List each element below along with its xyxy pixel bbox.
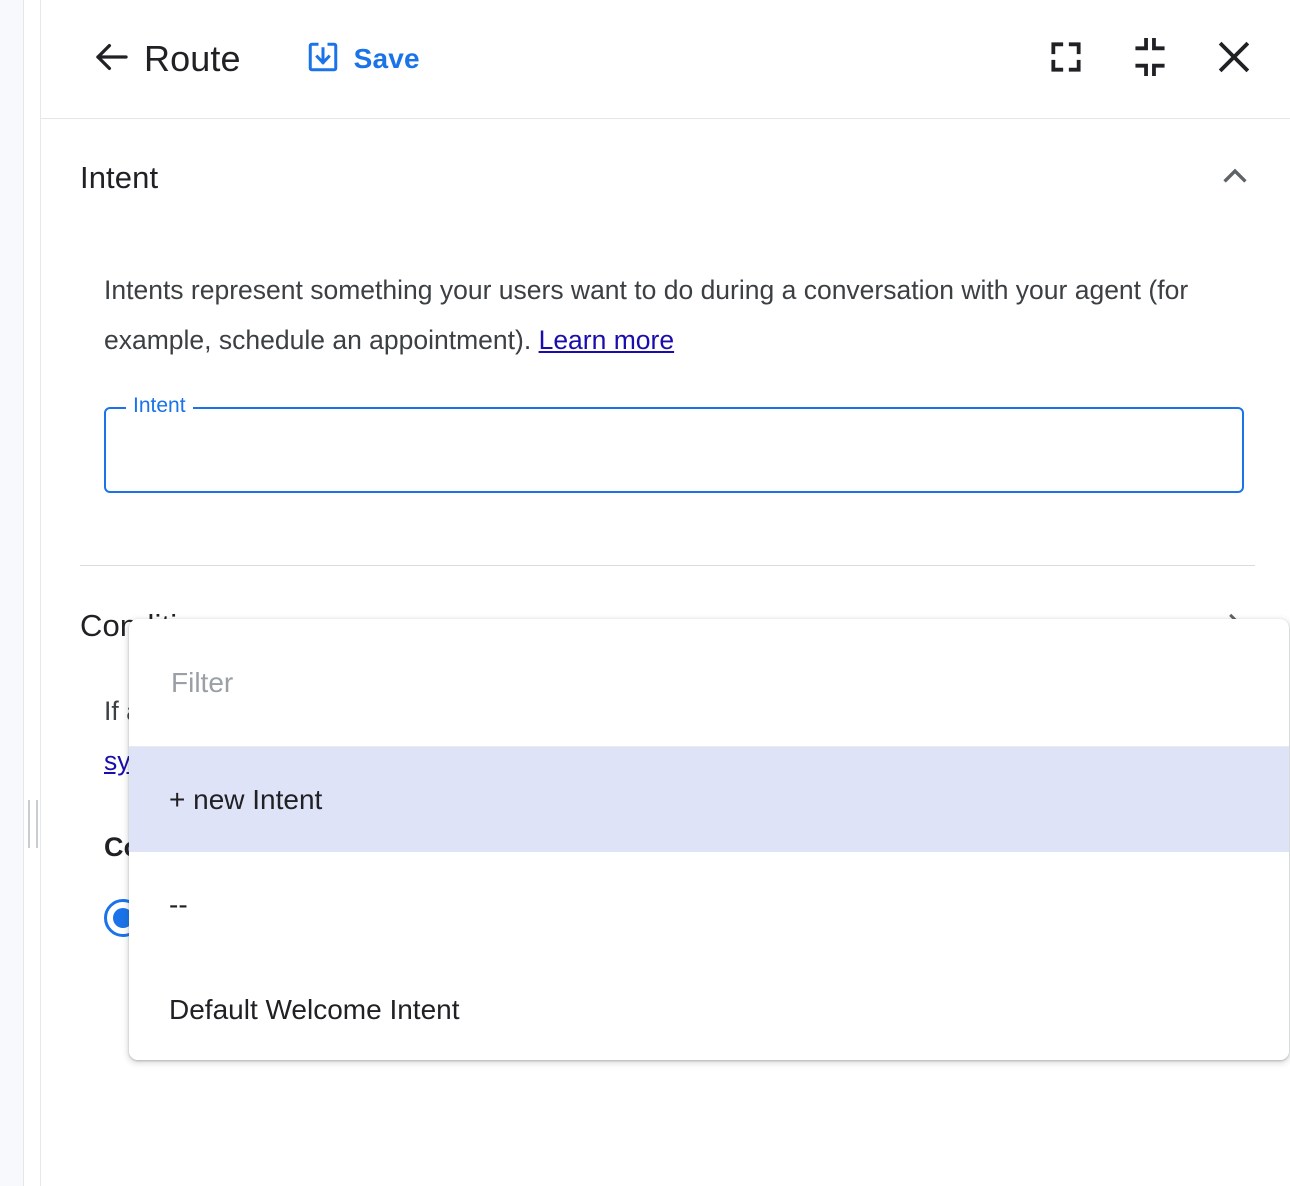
- save-download-icon: [305, 39, 341, 80]
- dropdown-option-label: Default Welcome Intent: [169, 994, 460, 1026]
- fullscreen-expand-icon: [1047, 38, 1085, 81]
- intent-section-collapse-button[interactable]: [1215, 158, 1255, 198]
- intent-field-outline: [104, 407, 1244, 493]
- intent-dropdown-panel: + new Intent -- Default Welcome Intent: [129, 619, 1289, 1060]
- arrow-left-icon: [91, 36, 133, 83]
- chevron-up-icon: [1218, 159, 1252, 198]
- dropdown-filter-input[interactable]: [169, 666, 1249, 700]
- drag-handle-bar: [36, 800, 38, 848]
- dropdown-option-label: + new Intent: [169, 784, 322, 816]
- dropdown-option-new-intent[interactable]: + new Intent: [129, 747, 1289, 852]
- left-gutter: [0, 0, 24, 1186]
- section-divider: [80, 565, 1255, 566]
- close-button[interactable]: [1213, 38, 1255, 80]
- collapse-size-button[interactable]: [1129, 38, 1171, 80]
- intent-select-field[interactable]: Intent: [104, 407, 1244, 493]
- dropdown-option-empty[interactable]: --: [129, 852, 1289, 957]
- dropdown-filter-row: [129, 619, 1289, 747]
- fullscreen-collapse-icon: [1131, 38, 1169, 81]
- intent-field-label: Intent: [126, 393, 193, 419]
- save-button-label: Save: [354, 43, 420, 75]
- intent-section-title: Intent: [80, 160, 158, 196]
- fullscreen-button[interactable]: [1045, 38, 1087, 80]
- page-title: Route: [144, 38, 241, 80]
- dropdown-option-default-welcome-intent[interactable]: Default Welcome Intent: [129, 957, 1289, 1060]
- app-root: Route Save: [0, 0, 1290, 1186]
- learn-more-link[interactable]: Learn more: [539, 325, 675, 355]
- panel-header: Route Save: [41, 0, 1290, 119]
- header-actions: [1045, 38, 1255, 80]
- back-button[interactable]: [90, 37, 134, 81]
- save-button[interactable]: Save: [305, 39, 420, 80]
- dropdown-option-label: --: [169, 889, 188, 921]
- close-x-icon: [1214, 37, 1254, 82]
- route-panel: Route Save: [41, 0, 1290, 1186]
- drag-handle-bar: [28, 800, 30, 848]
- intent-section-header[interactable]: Intent: [80, 119, 1255, 237]
- intent-section: Intent Intents represent something your …: [41, 119, 1290, 566]
- intent-section-description: Intents represent something your users w…: [80, 265, 1215, 365]
- panel-resize-strip[interactable]: [25, 0, 41, 1186]
- panel-body: Intent Intents represent something your …: [41, 119, 1290, 1186]
- panel-drag-handle[interactable]: [28, 800, 38, 848]
